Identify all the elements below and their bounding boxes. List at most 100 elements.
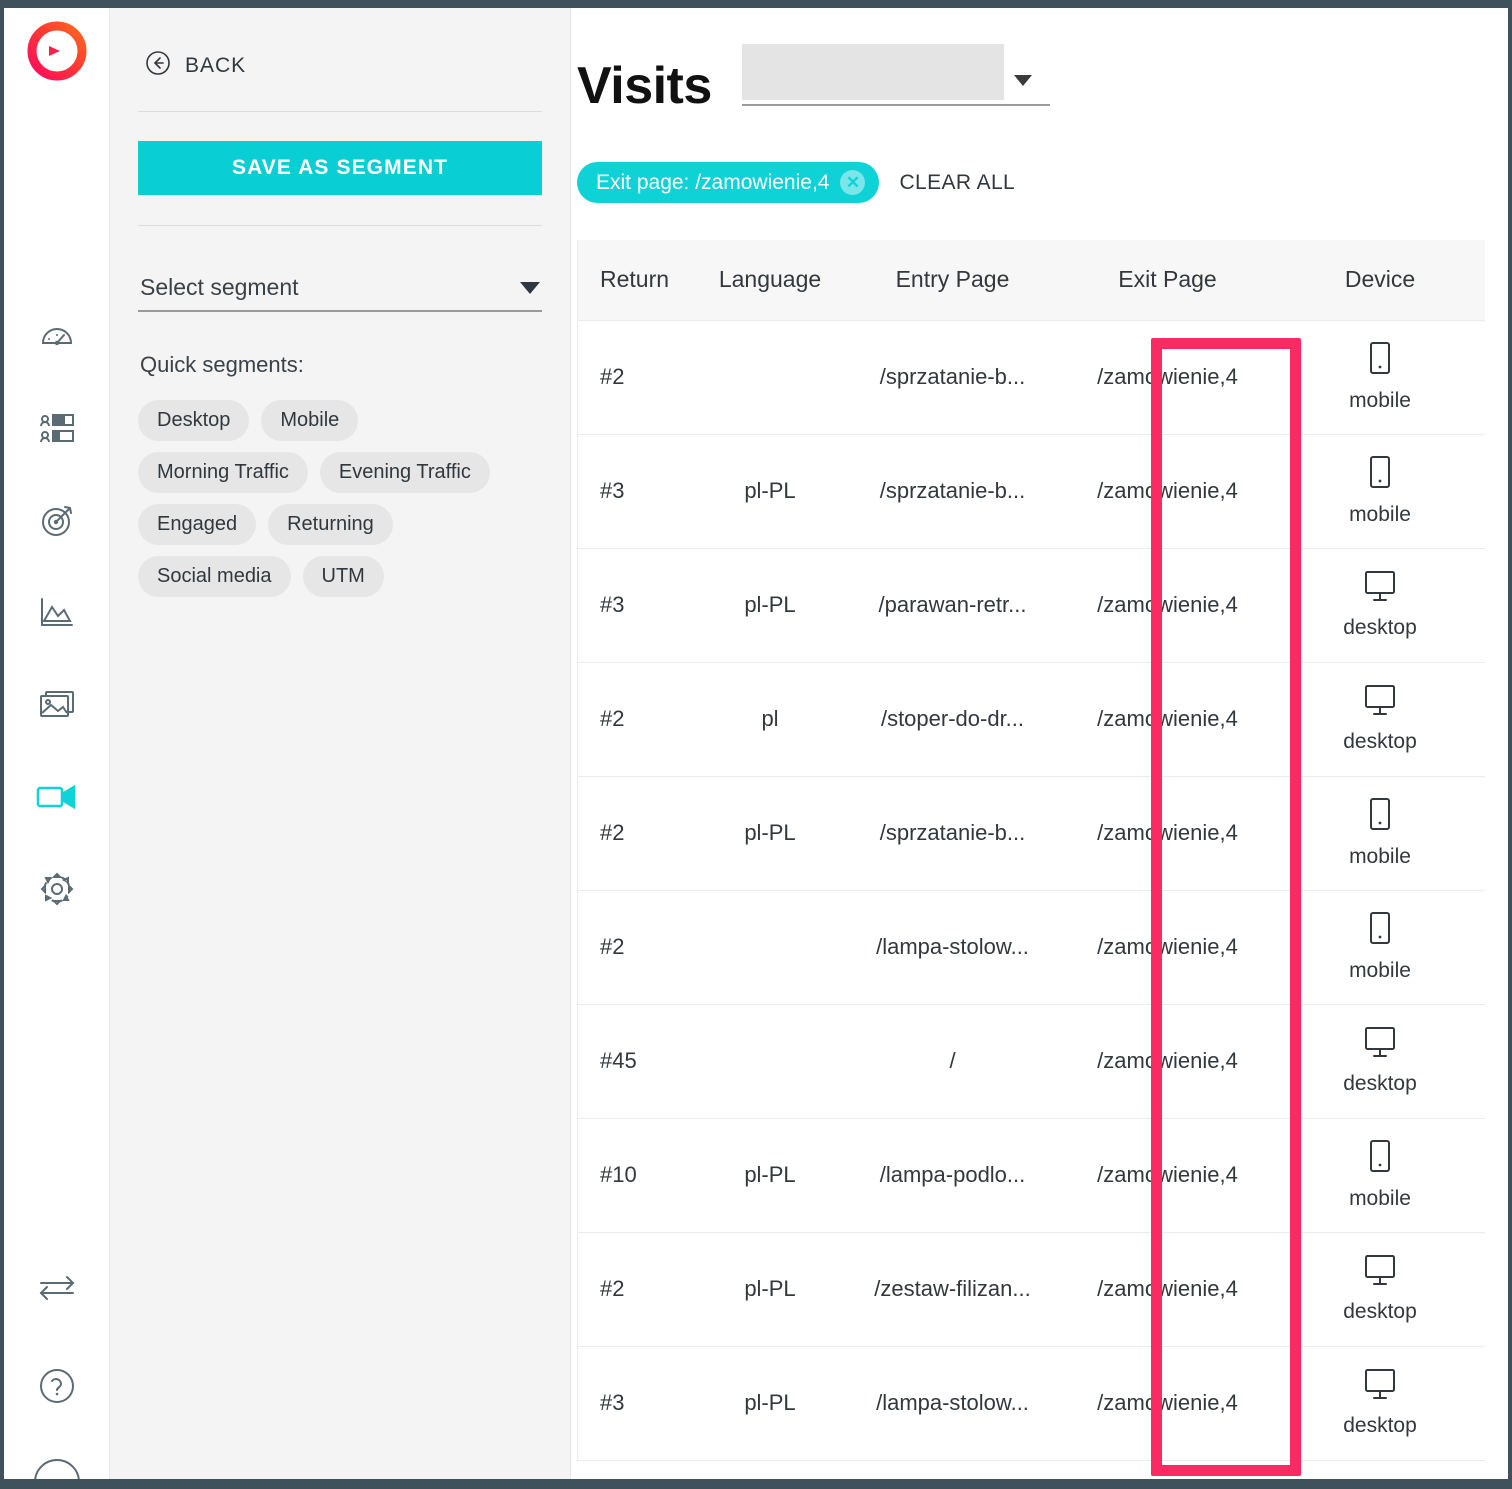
cell-return: #45 bbox=[578, 1004, 695, 1119]
back-button[interactable]: BACK bbox=[138, 8, 542, 111]
table-row[interactable]: #2 pl/stoper-do-dr.../zamowienie,4 desktop bbox=[578, 662, 1485, 777]
device-label: mobile bbox=[1349, 389, 1411, 412]
select-segment-label: Select segment bbox=[140, 274, 299, 300]
audience-users-icon[interactable] bbox=[32, 404, 82, 454]
device-label: desktop bbox=[1343, 1300, 1417, 1323]
desktop-monitor-icon bbox=[1362, 1026, 1398, 1066]
cell-device: mobile bbox=[1275, 1118, 1485, 1233]
table-row[interactable]: #3 pl-PL/lampa-stolow.../zamowienie,4 desk… bbox=[578, 1346, 1485, 1461]
table-row[interactable]: #10 pl-PL/lampa-podlo.../zamowienie,4 mobi… bbox=[578, 1118, 1485, 1233]
quick-segment-chip[interactable]: Social media bbox=[138, 556, 291, 597]
cell-entry-page: /sprzatanie-b... bbox=[845, 320, 1060, 435]
device-label: mobile bbox=[1349, 959, 1411, 982]
hotjar-target-logo[interactable] bbox=[26, 20, 88, 82]
switch-arrows-icon[interactable] bbox=[32, 1263, 82, 1313]
cell-language bbox=[695, 1004, 845, 1119]
cell-device: desktop bbox=[1275, 548, 1485, 663]
visits-table-wrapper: Return Language Entry Page Exit Page Dev… bbox=[577, 240, 1485, 1461]
cell-device: desktop bbox=[1275, 1346, 1485, 1461]
column-header-entry-page[interactable]: Entry Page bbox=[845, 240, 1060, 321]
clear-all-button[interactable]: CLEAR ALL bbox=[899, 171, 1015, 195]
cell-exit-page: /zamowienie,4 bbox=[1060, 662, 1275, 777]
cell-entry-page: /stoper-do-dr... bbox=[845, 662, 1060, 777]
cell-return: #3 bbox=[578, 434, 695, 549]
cell-language: pl-PL bbox=[695, 1118, 845, 1233]
cell-exit-page: /zamowienie,4 bbox=[1060, 890, 1275, 1005]
cell-language: pl-PL bbox=[695, 1232, 845, 1347]
app-window: BACK SAVE AS SEGMENT Select segment Quic… bbox=[0, 0, 1512, 1489]
main-content: Visits Exit page: /zamowienie,4 ✕ CLEAR … bbox=[571, 8, 1508, 1479]
cell-entry-page: /parawan-retr... bbox=[845, 548, 1060, 663]
table-row[interactable]: #2/sprzatanie-b.../zamowienie,4 mobile bbox=[578, 320, 1485, 435]
cell-entry-page: /sprzatanie-b... bbox=[845, 434, 1060, 549]
cell-device: desktop bbox=[1275, 662, 1485, 777]
cell-entry-page: / bbox=[845, 1004, 1060, 1119]
visits-scope-dropdown[interactable] bbox=[741, 44, 1050, 106]
panel-divider-mid bbox=[138, 225, 542, 226]
desktop-monitor-icon bbox=[1362, 1368, 1398, 1408]
quick-segment-chip[interactable]: Desktop bbox=[138, 400, 250, 441]
trends-chart-icon[interactable] bbox=[32, 588, 82, 638]
cell-return: #2 bbox=[578, 662, 695, 777]
cell-device: mobile bbox=[1275, 890, 1485, 1005]
filter-chip-label: Exit page: /zamowienie,4 bbox=[596, 170, 830, 194]
table-row[interactable]: #45 //zamowienie,4 desktop bbox=[578, 1004, 1485, 1119]
table-row[interactable]: #2 pl-PL/zestaw-filizan.../zamowienie,4 de… bbox=[578, 1232, 1485, 1347]
cell-entry-page: /sprzatanie-b... bbox=[845, 776, 1060, 891]
quick-segments-title: Quick segments: bbox=[140, 352, 304, 377]
close-circle-icon[interactable]: ✕ bbox=[840, 170, 866, 195]
mobile-phone-icon bbox=[1367, 455, 1393, 497]
column-header-exit-page[interactable]: Exit Page bbox=[1060, 240, 1275, 321]
quick-segment-chip[interactable]: Evening Traffic bbox=[319, 452, 490, 493]
filter-chip-exit-page[interactable]: Exit page: /zamowienie,4 ✕ bbox=[577, 162, 880, 203]
column-header-language[interactable]: Language bbox=[695, 240, 845, 321]
cell-device: mobile bbox=[1275, 320, 1485, 435]
goals-target-icon[interactable] bbox=[32, 496, 82, 546]
redacted-value bbox=[741, 44, 1004, 100]
cell-return: #10 bbox=[578, 1118, 695, 1233]
cell-exit-page: /zamowienie,4 bbox=[1060, 548, 1275, 663]
cell-language: pl-PL bbox=[695, 548, 845, 663]
segment-panel: BACK SAVE AS SEGMENT Select segment Quic… bbox=[110, 8, 571, 1479]
select-segment-dropdown[interactable]: Select segment bbox=[138, 252, 542, 312]
table-row[interactable]: #2/lampa-stolow.../zamowienie,4 mobile bbox=[578, 890, 1485, 1005]
chevron-down-icon bbox=[520, 281, 540, 294]
settings-gear-icon[interactable] bbox=[32, 864, 82, 914]
quick-segment-chip[interactable]: Returning bbox=[268, 504, 393, 545]
cell-exit-page: /zamowienie,4 bbox=[1060, 320, 1275, 435]
device-label: mobile bbox=[1349, 503, 1411, 526]
quick-segment-chip[interactable]: Morning Traffic bbox=[138, 452, 308, 493]
dashboard-gauge-icon[interactable] bbox=[32, 312, 82, 362]
column-header-return[interactable]: Return bbox=[578, 240, 695, 321]
device-label: desktop bbox=[1343, 1072, 1417, 1095]
table-row[interactable]: #3 pl-PL/sprzatanie-b.../zamowienie,4 mobi… bbox=[578, 434, 1485, 549]
quick-segments-list: Desktop Mobile Morning Traffic Evening T… bbox=[138, 400, 498, 597]
help-question-icon[interactable] bbox=[32, 1361, 82, 1411]
page-title: Visits bbox=[577, 57, 712, 115]
cell-language: pl-PL bbox=[695, 776, 845, 891]
mobile-phone-icon bbox=[1367, 1139, 1393, 1181]
mobile-phone-icon bbox=[1367, 797, 1393, 839]
recordings-video-icon[interactable] bbox=[32, 772, 82, 822]
cell-language bbox=[695, 890, 845, 1005]
cell-exit-page: /zamowienie,4 bbox=[1060, 434, 1275, 549]
cell-exit-page: /zamowienie,4 bbox=[1060, 1118, 1275, 1233]
quick-segment-chip[interactable]: Engaged bbox=[138, 504, 257, 545]
quick-segment-chip[interactable]: Mobile bbox=[261, 400, 359, 441]
table-row[interactable]: #3 pl-PL/parawan-retr.../zamowienie,4 desk… bbox=[578, 548, 1485, 663]
cell-language: pl-PL bbox=[695, 1346, 845, 1461]
user-avatar-icon[interactable] bbox=[33, 1459, 80, 1479]
heatmaps-images-icon[interactable] bbox=[32, 680, 82, 730]
column-header-device[interactable]: Device bbox=[1275, 240, 1485, 321]
cell-return: #2 bbox=[578, 776, 695, 891]
cell-device: desktop bbox=[1275, 1232, 1485, 1347]
rail-bottom-group bbox=[4, 1263, 109, 1479]
panel-divider-top bbox=[138, 111, 542, 112]
save-as-segment-button[interactable]: SAVE AS SEGMENT bbox=[138, 141, 542, 195]
mobile-phone-icon bbox=[1367, 341, 1393, 383]
quick-segment-chip[interactable]: UTM bbox=[302, 556, 384, 597]
table-row[interactable]: #2 pl-PL/sprzatanie-b.../zamowienie,4 mobi… bbox=[578, 776, 1485, 891]
active-filters-row: Exit page: /zamowienie,4 ✕ CLEAR ALL bbox=[571, 112, 1508, 203]
cell-exit-page: /zamowienie,4 bbox=[1060, 1004, 1275, 1119]
cell-device: mobile bbox=[1275, 776, 1485, 891]
